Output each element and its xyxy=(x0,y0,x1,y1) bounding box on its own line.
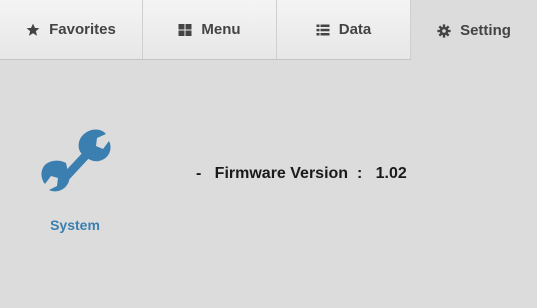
firmware-version-row: - Firmware Version : 1.02 xyxy=(196,165,407,183)
tab-bar: Favorites Menu Data Setting xyxy=(0,0,537,61)
tab-data-label: Data xyxy=(338,21,372,38)
grid-icon xyxy=(178,23,192,37)
star-icon xyxy=(26,23,40,37)
tab-favorites[interactable]: Favorites xyxy=(0,0,143,60)
tab-data[interactable]: Data xyxy=(277,0,411,60)
tab-menu[interactable]: Menu xyxy=(143,0,277,60)
tab-favorites-label: Favorites xyxy=(49,21,116,38)
setting-screen: Favorites Menu Data Setting System - Fir… xyxy=(0,0,537,308)
tab-menu-label: Menu xyxy=(201,21,241,38)
firmware-bullet: - xyxy=(196,165,202,182)
gear-icon xyxy=(437,23,451,38)
firmware-separator: : xyxy=(356,165,363,182)
firmware-version-label: Firmware Version xyxy=(214,165,349,182)
list-icon xyxy=(316,23,330,37)
tab-setting[interactable]: Setting xyxy=(411,0,537,61)
system-label[interactable]: System xyxy=(30,217,120,233)
tab-setting-label: Setting xyxy=(460,22,511,39)
wrench-icon[interactable] xyxy=(39,126,111,192)
setting-content: System - Firmware Version : 1.02 xyxy=(0,61,537,308)
firmware-version-value: 1.02 xyxy=(375,165,407,182)
